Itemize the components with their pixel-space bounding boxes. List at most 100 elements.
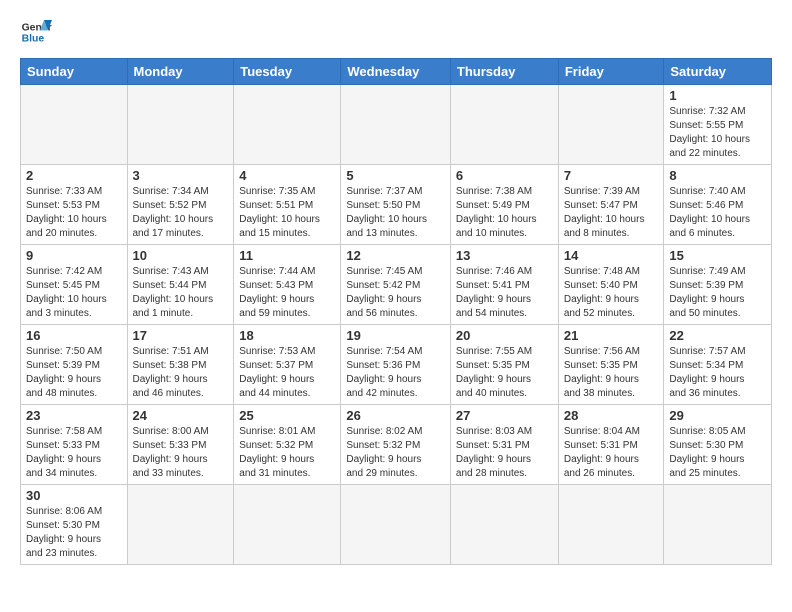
day-number: 25 [239,408,335,423]
day-info: Sunrise: 7:38 AM Sunset: 5:49 PM Dayligh… [456,185,553,241]
calendar-cell [558,85,664,165]
day-number: 7 [564,168,659,183]
calendar-week-row: 2Sunrise: 7:33 AM Sunset: 5:53 PM Daylig… [21,165,772,245]
weekday-header-row: SundayMondayTuesdayWednesdayThursdayFrid… [21,59,772,85]
calendar-cell: 2Sunrise: 7:33 AM Sunset: 5:53 PM Daylig… [21,165,128,245]
day-info: Sunrise: 8:06 AM Sunset: 5:30 PM Dayligh… [26,505,122,561]
day-info: Sunrise: 7:56 AM Sunset: 5:35 PM Dayligh… [564,345,659,401]
calendar-cell: 16 Sunrise: 7:50 AM Sunset: 5:39 PM Dayli… [21,325,128,405]
day-info: Sunrise: 7:32 AM Sunset: 5:55 PM Dayligh… [669,105,766,161]
day-info: Sunrise: 7:49 AM Sunset: 5:39 PM Dayligh… [669,265,766,321]
calendar-cell [127,485,234,565]
day-number: 12 [346,248,445,263]
day-number: 28 [564,408,659,423]
calendar-cell: 13 Sunrise: 7:46 AM Sunset: 5:41 PM Dayli… [450,245,558,325]
day-number: 6 [456,168,553,183]
calendar-cell: 14 Sunrise: 7:48 AM Sunset: 5:40 PM Dayli… [558,245,664,325]
day-number: 17 [133,328,229,343]
day-number: 21 [564,328,659,343]
day-info: Sunrise: 7:51 AM Sunset: 5:38 PM Dayligh… [133,345,229,401]
calendar-cell [234,485,341,565]
day-number: 29 [669,408,766,423]
calendar-cell: 26 Sunrise: 8:02 AM Sunset: 5:32 PM Dayli… [341,405,451,485]
day-number: 24 [133,408,229,423]
day-number: 8 [669,168,766,183]
day-info: Sunrise: 8:05 AM Sunset: 5:30 PM Dayligh… [669,425,766,481]
calendar-cell: 4Sunrise: 7:35 AM Sunset: 5:51 PM Daylig… [234,165,341,245]
calendar-cell: 1 Sunrise: 7:32 AM Sunset: 5:55 PM Daylig… [664,85,772,165]
weekday-header-thursday: Thursday [450,59,558,85]
calendar-cell [450,85,558,165]
calendar: SundayMondayTuesdayWednesdayThursdayFrid… [20,58,772,565]
weekday-header-monday: Monday [127,59,234,85]
calendar-cell [127,85,234,165]
day-number: 19 [346,328,445,343]
calendar-cell: 24 Sunrise: 8:00 AM Sunset: 5:33 PM Dayli… [127,405,234,485]
logo: General Blue [20,16,52,48]
calendar-cell: 3Sunrise: 7:34 AM Sunset: 5:52 PM Daylig… [127,165,234,245]
calendar-week-row: 9Sunrise: 7:42 AM Sunset: 5:45 PM Daylig… [21,245,772,325]
calendar-cell: 19Sunrise: 7:54 AM Sunset: 5:36 PM Dayli… [341,325,451,405]
calendar-cell: 28 Sunrise: 8:04 AM Sunset: 5:31 PM Dayli… [558,405,664,485]
calendar-week-row: 1 Sunrise: 7:32 AM Sunset: 5:55 PM Daylig… [21,85,772,165]
day-number: 14 [564,248,659,263]
day-info: Sunrise: 7:39 AM Sunset: 5:47 PM Dayligh… [564,185,659,241]
weekday-header-saturday: Saturday [664,59,772,85]
day-info: Sunrise: 7:53 AM Sunset: 5:37 PM Dayligh… [239,345,335,401]
calendar-cell: 22 Sunrise: 7:57 AM Sunset: 5:34 PM Dayli… [664,325,772,405]
day-number: 30 [26,488,122,503]
day-number: 26 [346,408,445,423]
day-number: 10 [133,248,229,263]
day-info: Sunrise: 7:50 AM Sunset: 5:39 PM Dayligh… [26,345,122,401]
weekday-header-wednesday: Wednesday [341,59,451,85]
day-number: 18 [239,328,335,343]
day-info: Sunrise: 7:46 AM Sunset: 5:41 PM Dayligh… [456,265,553,321]
day-info: Sunrise: 7:58 AM Sunset: 5:33 PM Dayligh… [26,425,122,481]
weekday-header-tuesday: Tuesday [234,59,341,85]
calendar-cell: 9Sunrise: 7:42 AM Sunset: 5:45 PM Daylig… [21,245,128,325]
day-info: Sunrise: 7:55 AM Sunset: 5:35 PM Dayligh… [456,345,553,401]
day-number: 5 [346,168,445,183]
day-info: Sunrise: 7:43 AM Sunset: 5:44 PM Dayligh… [133,265,229,321]
calendar-cell: 5 Sunrise: 7:37 AM Sunset: 5:50 PM Daylig… [341,165,451,245]
calendar-cell: 6 Sunrise: 7:38 AM Sunset: 5:49 PM Daylig… [450,165,558,245]
day-number: 23 [26,408,122,423]
day-number: 27 [456,408,553,423]
calendar-cell: 29 Sunrise: 8:05 AM Sunset: 5:30 PM Dayli… [664,405,772,485]
page: General Blue SundayMondayTuesdayWednesda… [0,0,792,575]
day-info: Sunrise: 7:48 AM Sunset: 5:40 PM Dayligh… [564,265,659,321]
calendar-cell: 23 Sunrise: 7:58 AM Sunset: 5:33 PM Dayli… [21,405,128,485]
day-number: 16 [26,328,122,343]
calendar-cell: 30 Sunrise: 8:06 AM Sunset: 5:30 PM Dayli… [21,485,128,565]
calendar-cell: 10 Sunrise: 7:43 AM Sunset: 5:44 PM Dayli… [127,245,234,325]
calendar-week-row: 30 Sunrise: 8:06 AM Sunset: 5:30 PM Dayli… [21,485,772,565]
calendar-cell: 7 Sunrise: 7:39 AM Sunset: 5:47 PM Daylig… [558,165,664,245]
day-number: 11 [239,248,335,263]
day-info: Sunrise: 7:37 AM Sunset: 5:50 PM Dayligh… [346,185,445,241]
calendar-week-row: 23 Sunrise: 7:58 AM Sunset: 5:33 PM Dayli… [21,405,772,485]
weekday-header-sunday: Sunday [21,59,128,85]
calendar-cell: 15Sunrise: 7:49 AM Sunset: 5:39 PM Dayli… [664,245,772,325]
day-info: Sunrise: 7:40 AM Sunset: 5:46 PM Dayligh… [669,185,766,241]
day-number: 13 [456,248,553,263]
calendar-cell: 12Sunrise: 7:45 AM Sunset: 5:42 PM Dayli… [341,245,451,325]
calendar-cell: 27Sunrise: 8:03 AM Sunset: 5:31 PM Dayli… [450,405,558,485]
day-info: Sunrise: 8:02 AM Sunset: 5:32 PM Dayligh… [346,425,445,481]
calendar-cell: 25 Sunrise: 8:01 AM Sunset: 5:32 PM Dayli… [234,405,341,485]
calendar-cell: 20Sunrise: 7:55 AM Sunset: 5:35 PM Dayli… [450,325,558,405]
calendar-cell [21,85,128,165]
day-info: Sunrise: 8:00 AM Sunset: 5:33 PM Dayligh… [133,425,229,481]
calendar-cell: 11Sunrise: 7:44 AM Sunset: 5:43 PM Dayli… [234,245,341,325]
day-number: 9 [26,248,122,263]
calendar-cell [341,485,451,565]
day-info: Sunrise: 8:04 AM Sunset: 5:31 PM Dayligh… [564,425,659,481]
logo-icon: General Blue [20,16,52,48]
day-number: 1 [669,88,766,103]
day-info: Sunrise: 8:01 AM Sunset: 5:32 PM Dayligh… [239,425,335,481]
day-number: 22 [669,328,766,343]
calendar-cell: 18 Sunrise: 7:53 AM Sunset: 5:37 PM Dayli… [234,325,341,405]
day-number: 2 [26,168,122,183]
calendar-cell [341,85,451,165]
day-info: Sunrise: 7:57 AM Sunset: 5:34 PM Dayligh… [669,345,766,401]
day-info: Sunrise: 7:34 AM Sunset: 5:52 PM Dayligh… [133,185,229,241]
